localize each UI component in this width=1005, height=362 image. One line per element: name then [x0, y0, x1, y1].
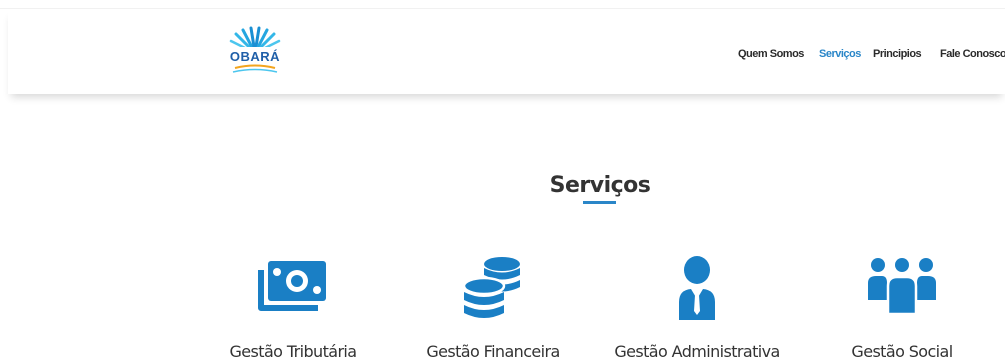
nav-item-principios[interactable]: Principios: [873, 48, 922, 60]
service-label: Gestão Social: [851, 342, 953, 361]
obara-logo[interactable]: OBARÁ: [226, 25, 284, 77]
money-bills-icon: [258, 256, 328, 320]
service-label: Gestão Financeira: [426, 342, 560, 361]
service-label: Gestão Administrativa: [614, 342, 780, 361]
section-title: Serviços: [549, 173, 651, 199]
nav-item-quem-somos[interactable]: Quem Somos: [738, 48, 804, 60]
businessman-icon: [675, 256, 719, 320]
service-label: Gestão Tributária: [229, 342, 358, 361]
nav-item-servicos[interactable]: Serviços: [819, 48, 861, 60]
site-header: OBARÁ Quem Somos Serviços Principios Fal…: [8, 9, 1005, 94]
logo-wordmark: OBARÁ: [230, 49, 280, 64]
nav-item-fale-conosco[interactable]: Fale Conosco: [940, 48, 1005, 60]
title-underline: [583, 201, 616, 204]
people-group-icon: [866, 256, 938, 320]
coin-stack-icon: [462, 256, 524, 320]
sunburst-logo-icon: OBARÁ: [229, 26, 281, 73]
